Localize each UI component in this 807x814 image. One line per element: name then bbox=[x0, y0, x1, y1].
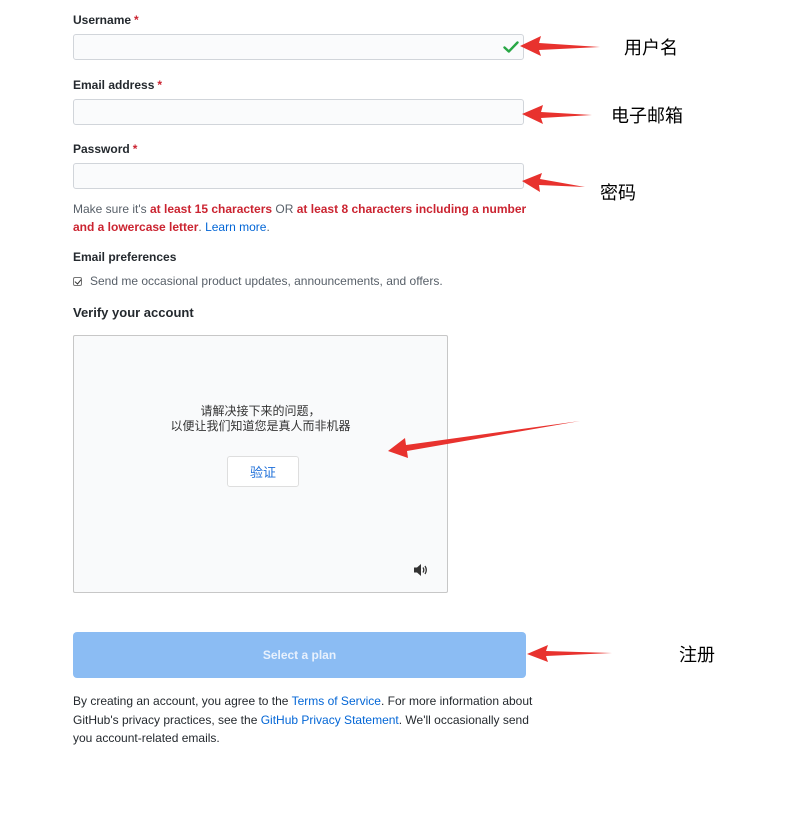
arrow-submit bbox=[527, 645, 612, 662]
annotation-arrows bbox=[388, 36, 612, 662]
arrow-captcha bbox=[388, 421, 580, 458]
arrow-username bbox=[520, 36, 600, 56]
arrow-password bbox=[522, 173, 585, 192]
arrow-email bbox=[522, 105, 592, 124]
annotation-email: 电子邮箱 bbox=[611, 106, 683, 127]
annotation-submit: 注册 bbox=[679, 645, 715, 666]
annotation-password: 密码 bbox=[600, 183, 636, 204]
annotation-username: 用户名 bbox=[624, 38, 678, 59]
